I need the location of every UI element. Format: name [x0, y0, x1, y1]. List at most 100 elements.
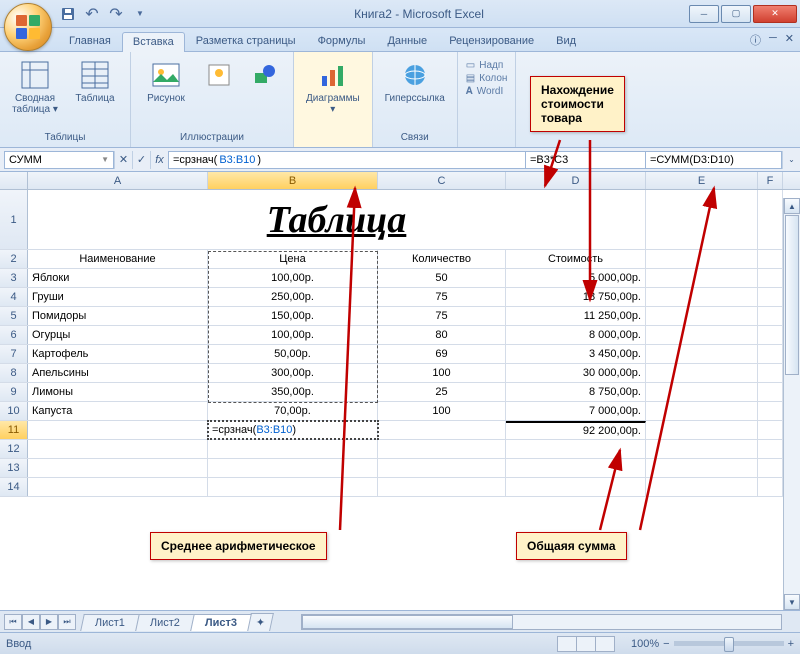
table-row: 11 =срзнач(B3:B10) 92 200,00р. — [0, 421, 800, 440]
vertical-scrollbar[interactable]: ▲ ▼ — [783, 198, 800, 610]
new-sheet-icon: ✦ — [256, 616, 265, 629]
name-box[interactable]: СУММ ▼ — [4, 151, 114, 169]
callout-top: Нахождение стоимости товара — [530, 76, 625, 132]
tab-data[interactable]: Данные — [376, 31, 438, 51]
row-header[interactable]: 9 — [0, 383, 28, 401]
zoom-out-button[interactable]: − — [663, 638, 669, 650]
charts-button[interactable]: Диаграммы ▾ — [302, 56, 364, 118]
col-header-a[interactable]: A — [28, 172, 208, 189]
expand-formula-bar-icon[interactable]: ⌄ — [782, 151, 800, 169]
minimize-ribbon-icon[interactable]: ─ — [769, 32, 777, 48]
table-row: 2 Наименование Цена Количество Стоимость — [0, 250, 800, 269]
row-header[interactable]: 1 — [0, 190, 28, 249]
ribbon-tabs: Главная Вставка Разметка страницы Формул… — [0, 28, 800, 52]
sheet-nav-next[interactable]: ▶ — [40, 614, 58, 630]
table-row: 6Огурцы100,00р.808 000,00р. — [0, 326, 800, 345]
doc-close-icon[interactable]: ✕ — [785, 32, 794, 48]
zoom-slider[interactable] — [674, 641, 784, 646]
wordart-button[interactable]: 𝐀WordI — [466, 86, 508, 97]
clipart-icon — [203, 59, 235, 91]
zoom-level[interactable]: 100% — [631, 638, 659, 650]
ribbon-group-charts: Диаграммы ▾ — [294, 52, 373, 147]
col-header-b[interactable]: B — [208, 172, 378, 189]
save-icon[interactable] — [58, 4, 78, 24]
row-header[interactable]: 4 — [0, 288, 28, 306]
row-header[interactable]: 7 — [0, 345, 28, 363]
chart-icon — [317, 59, 349, 91]
scroll-up-button[interactable]: ▲ — [784, 198, 800, 214]
picture-button[interactable]: Рисунок — [139, 56, 193, 107]
textbox-button[interactable]: ▭Надп — [466, 60, 508, 71]
row-header[interactable]: 6 — [0, 326, 28, 344]
sheet-tab[interactable]: Лист3 — [190, 614, 252, 631]
title-cell[interactable]: Таблица — [28, 190, 646, 249]
sheet-nav-first[interactable]: ⏮ — [4, 614, 22, 630]
row-header[interactable]: 2 — [0, 250, 28, 268]
sheet-tab[interactable]: Лист2 — [135, 614, 195, 631]
scroll-down-button[interactable]: ▼ — [784, 594, 800, 610]
table-row: 12 — [0, 440, 800, 459]
minimize-button[interactable]: ─ — [689, 5, 719, 23]
col-header-c[interactable]: C — [378, 172, 506, 189]
view-buttons — [558, 636, 615, 652]
cancel-formula-button[interactable]: ✕ — [114, 151, 132, 169]
ribbon: Сводная таблица ▾ Таблица Таблицы Рисуно… — [0, 52, 800, 148]
pivot-table-button[interactable]: Сводная таблица ▾ — [8, 56, 62, 118]
enter-formula-button[interactable]: ✓ — [132, 151, 150, 169]
page-break-view-button[interactable] — [595, 636, 615, 652]
formula-display-2: =B3*C3 — [526, 151, 646, 169]
tab-formulas[interactable]: Формулы — [307, 31, 377, 51]
header-footer-button[interactable]: ▤Колон — [466, 73, 508, 84]
hscroll-thumb[interactable] — [302, 615, 513, 629]
table-button[interactable]: Таблица — [68, 56, 122, 107]
editing-cell[interactable]: =срзнач(B3:B10) — [208, 421, 378, 439]
tab-page-layout[interactable]: Разметка страницы — [185, 31, 307, 51]
tab-review[interactable]: Рецензирование — [438, 31, 545, 51]
col-header-e[interactable]: E — [646, 172, 758, 189]
table-row: 3Яблоки100,00р.505 000,00р. — [0, 269, 800, 288]
formula-input[interactable]: =срзнач(B3:B10) — [168, 151, 526, 169]
tab-home[interactable]: Главная — [58, 31, 122, 51]
tab-insert[interactable]: Вставка — [122, 32, 185, 52]
page-layout-view-button[interactable] — [576, 636, 596, 652]
clipart-button[interactable] — [199, 56, 239, 94]
zoom-in-button[interactable]: + — [788, 638, 794, 650]
office-button[interactable] — [4, 3, 52, 51]
row-header[interactable]: 3 — [0, 269, 28, 287]
sheet-tab-bar: ⏮ ◀ ▶ ⏭ Лист1 Лист2 Лист3 ✦ — [0, 610, 800, 632]
undo-icon[interactable]: ↶ — [82, 4, 102, 24]
hyperlink-icon — [399, 59, 431, 91]
hyperlink-button[interactable]: Гиперссылка — [381, 56, 449, 107]
tab-view[interactable]: Вид — [545, 31, 587, 51]
callout-right: Общаяя сумма — [516, 532, 627, 560]
sheet-nav-prev[interactable]: ◀ — [22, 614, 40, 630]
col-header-f[interactable]: F — [758, 172, 783, 189]
row-header[interactable]: 11 — [0, 421, 28, 439]
table-row: 1 Таблица — [0, 190, 800, 250]
col-header-d[interactable]: D — [506, 172, 646, 189]
close-button[interactable]: ✕ — [753, 5, 797, 23]
row-header[interactable]: 5 — [0, 307, 28, 325]
title-bar: ↶ ↷ ▼ Книга2 - Microsoft Excel ─ ▢ ✕ — [0, 0, 800, 28]
horizontal-scrollbar[interactable] — [301, 614, 782, 630]
qat-dropdown-icon[interactable]: ▼ — [130, 4, 150, 24]
quick-access-toolbar: ↶ ↷ ▼ — [58, 4, 150, 24]
fx-button[interactable]: fx — [150, 151, 168, 169]
normal-view-button[interactable] — [557, 636, 577, 652]
namebox-dropdown-icon[interactable]: ▼ — [101, 155, 109, 164]
redo-icon[interactable]: ↷ — [106, 4, 126, 24]
scroll-thumb[interactable] — [785, 215, 799, 375]
sheet-nav-last[interactable]: ⏭ — [58, 614, 76, 630]
row-header[interactable]: 8 — [0, 364, 28, 382]
help-icon[interactable]: ⓘ — [750, 32, 761, 48]
sheet-tab[interactable]: Лист1 — [80, 614, 140, 631]
textbox-icon: ▭ — [466, 60, 475, 71]
maximize-button[interactable]: ▢ — [721, 5, 751, 23]
table-row: 7Картофель50,00р.693 450,00р. — [0, 345, 800, 364]
select-all-corner[interactable] — [0, 172, 28, 189]
total-cell[interactable]: 92 200,00р. — [506, 421, 646, 439]
row-header[interactable]: 10 — [0, 402, 28, 420]
formula-bar: СУММ ▼ ✕ ✓ fx =срзнач(B3:B10) =B3*C3 =СУ… — [0, 148, 800, 172]
shapes-button[interactable] — [245, 56, 285, 94]
table-row: 4Груши250,00р.7518 750,00р. — [0, 288, 800, 307]
